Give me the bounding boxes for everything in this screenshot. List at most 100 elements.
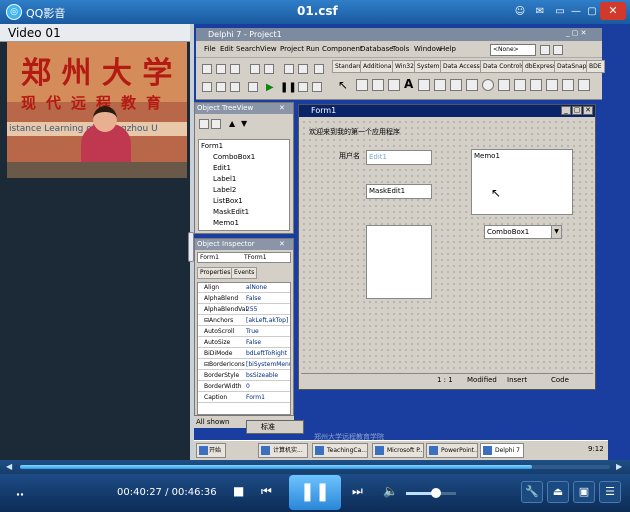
previous-icon[interactable]: ⏮ [261, 484, 272, 499]
eject-icon[interactable]: ⏏ [547, 481, 569, 503]
close-button[interactable]: ✕ [600, 2, 626, 20]
menu-tools[interactable]: Tools [392, 45, 409, 53]
help-icon[interactable] [314, 64, 324, 74]
ime-toolbar[interactable]: 标准 [246, 420, 304, 434]
message-icon[interactable]: ✉ [532, 4, 548, 19]
run-icon[interactable]: ▶ [266, 82, 274, 93]
property-row[interactable]: ⊟Anchors [akLeft,akTop] [198, 316, 290, 326]
move-up-icon[interactable]: ▲ [229, 119, 235, 128]
playlist-toggle-icon[interactable]: ☰ [599, 481, 621, 503]
maximize-icon[interactable]: ▢ [584, 4, 600, 19]
menu-file[interactable]: File [204, 45, 216, 53]
scrollbar-component-icon[interactable] [530, 79, 542, 91]
menu-help[interactable]: Help [440, 45, 456, 53]
menu-view[interactable]: View [260, 45, 277, 53]
property-row[interactable]: AutoScroll True [198, 327, 290, 337]
tools-wrench-icon[interactable]: 🔧 [521, 481, 543, 503]
save-all-icon[interactable] [250, 64, 260, 74]
mainmenu-icon[interactable] [356, 79, 368, 91]
menu-project[interactable]: Project [280, 45, 304, 53]
tab-data-controls[interactable]: Data Controls [480, 60, 528, 73]
open-project-icon[interactable] [264, 64, 274, 74]
property-row[interactable]: BorderWidth 0 [198, 382, 290, 392]
property-row[interactable]: AlphaBlendVal 255 [198, 305, 290, 315]
inspector-close-icon[interactable]: ✕ [279, 240, 285, 248]
tab-datasnap[interactable]: DataSnap [554, 60, 590, 73]
form-maximize-icon[interactable]: ▢ [572, 106, 582, 115]
next-icon[interactable]: ⏭ [352, 484, 363, 499]
taskbar-item[interactable]: 计算机实... [258, 443, 308, 458]
new-icon[interactable] [202, 64, 212, 74]
maskedit1-field[interactable]: MaskEdit1 [366, 184, 432, 199]
delphi-window-buttons[interactable]: _ ▢ ✕ [566, 29, 600, 40]
save-icon[interactable] [230, 64, 240, 74]
combobox1[interactable]: ComboBox1 ▼ [484, 225, 562, 239]
menu-search[interactable]: Search [236, 45, 260, 53]
popupmenu-icon[interactable] [372, 79, 384, 91]
stop-icon[interactable]: ■ [233, 484, 244, 498]
pause-button[interactable]: ❚❚ [289, 475, 341, 510]
tab-additional[interactable]: Additional [360, 60, 397, 73]
new-form-icon[interactable] [248, 82, 258, 92]
form-close-icon[interactable]: ✕ [583, 106, 593, 115]
step-over-icon[interactable] [312, 82, 322, 92]
remove-file-icon[interactable] [298, 64, 308, 74]
label-component-icon[interactable] [388, 79, 400, 91]
menu-edit[interactable]: Edit [220, 45, 234, 53]
username-label[interactable]: 用户名 [339, 151, 360, 161]
tree-item[interactable]: ComboBox1 [213, 153, 255, 161]
player-title-bar[interactable]: ◎ QQ影音 01.csf ☺ ✉ ▭ — ▢ ✕ [0, 0, 630, 24]
taskbar-item-active[interactable]: Delphi 7 [480, 443, 524, 458]
listbox1[interactable] [366, 225, 432, 299]
memo1[interactable]: Memo1 [471, 149, 573, 215]
panel-component-icon[interactable] [578, 79, 590, 91]
seek-bar[interactable]: ◀ ▶ [0, 460, 630, 474]
tree-item[interactable]: Form1 [201, 142, 223, 150]
view-form-icon[interactable] [216, 82, 226, 92]
seek-forward-arrow-icon[interactable]: ▶ [616, 462, 622, 471]
tab-data-access[interactable]: Data Access [440, 60, 483, 73]
volume-knob[interactable] [431, 488, 441, 498]
save-desktop-icon[interactable] [540, 45, 550, 55]
tree-item[interactable]: Label2 [213, 186, 236, 194]
set-debug-desktop-icon[interactable] [553, 45, 563, 55]
menu-run[interactable]: Run [306, 45, 319, 53]
menu-database[interactable]: Database [360, 45, 393, 53]
listbox-component-icon[interactable] [498, 79, 510, 91]
pointer-icon[interactable]: ↖ [338, 78, 348, 92]
combobox-component-icon[interactable] [514, 79, 526, 91]
treeview-close-icon[interactable]: ✕ [279, 104, 285, 112]
memo-component-icon[interactable] [434, 79, 446, 91]
code-tab[interactable]: Code [551, 376, 569, 384]
property-row[interactable]: ⊟BorderIcons [biSystemMenu [198, 360, 290, 370]
welcome-label[interactable]: 欢迎来到我的第一个应用程序 [309, 127, 400, 137]
groupbox-component-icon[interactable] [546, 79, 558, 91]
open-icon[interactable] [216, 64, 226, 74]
trace-into-icon[interactable] [298, 82, 308, 92]
tab-properties[interactable]: Properties [197, 267, 234, 279]
tab-bde[interactable]: BDE [586, 60, 605, 73]
tree-item[interactable]: ListBox1 [213, 197, 243, 205]
chevron-down-icon[interactable]: ▼ [551, 226, 561, 238]
edit1-field[interactable]: Edit1 [366, 150, 432, 165]
skin-icon[interactable]: ☺ [512, 4, 528, 19]
view-unit-icon[interactable] [202, 82, 212, 92]
screen-mode-icon[interactable]: ▣ [573, 481, 595, 503]
text-label-icon[interactable]: A [404, 77, 413, 91]
property-row[interactable]: AutoSize False [198, 338, 290, 348]
property-row[interactable]: BiDiMode bdLeftToRight [198, 349, 290, 359]
treeview-delete-icon[interactable] [211, 119, 221, 129]
footprint-icon[interactable]: ꞏꞏ [16, 485, 24, 503]
menu-component[interactable]: Component [322, 45, 363, 53]
seek-back-arrow-icon[interactable]: ◀ [6, 462, 12, 471]
menu-window[interactable]: Window [414, 45, 442, 53]
minimize-icon[interactable]: — [568, 4, 584, 19]
video-thumbnail[interactable]: 郑 州 大 学 现代远程教育 istance Learning of Zheng… [7, 42, 187, 178]
radio-component-icon[interactable] [482, 79, 494, 91]
button-component-icon[interactable] [450, 79, 462, 91]
taskbar-item[interactable]: TeachingCa... [312, 443, 368, 458]
tree-item[interactable]: MaskEdit1 [213, 208, 249, 216]
toggle-form-unit-icon[interactable] [230, 82, 240, 92]
form-minimize-icon[interactable]: _ [561, 106, 571, 115]
edit-component-icon[interactable] [418, 79, 430, 91]
